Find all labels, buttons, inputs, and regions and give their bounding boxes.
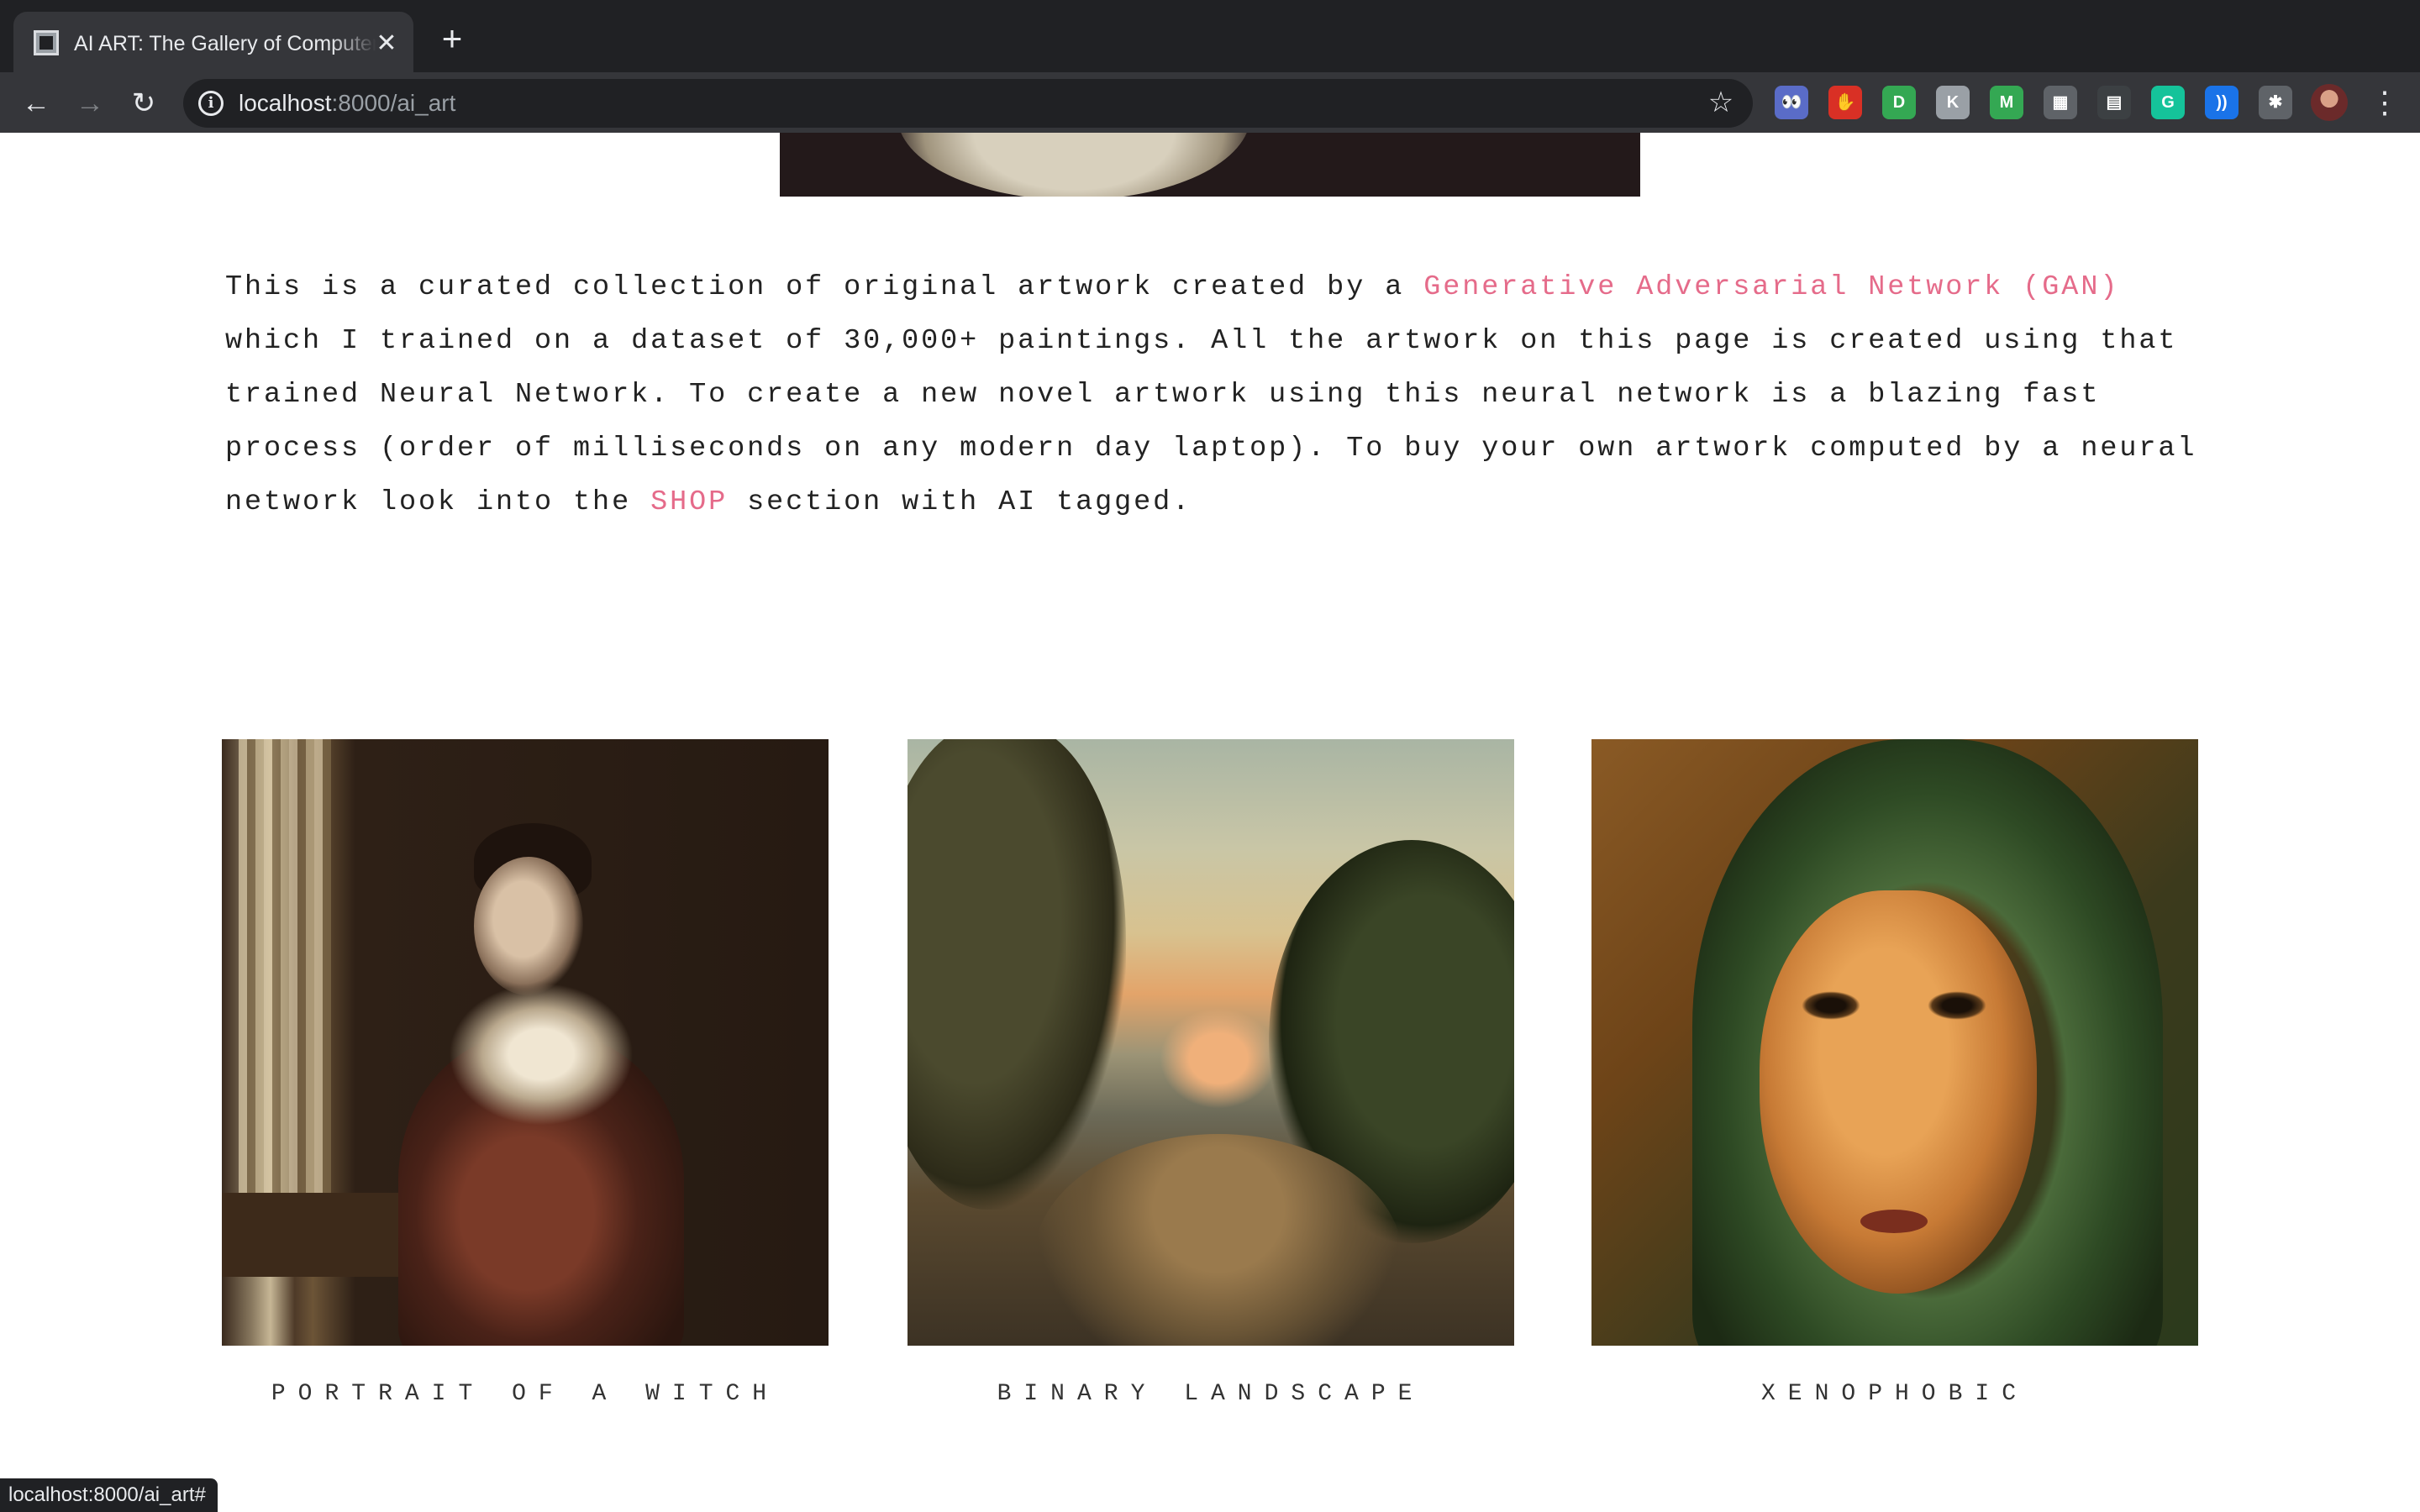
page-content: This is a curated collection of original…	[0, 133, 2420, 1512]
browser-menu-icon[interactable]: ⋮	[2370, 84, 2400, 121]
d-extension-icon[interactable]: D	[1882, 86, 1916, 119]
chair-detail	[222, 1193, 415, 1277]
binary-landscape-image[interactable]	[908, 739, 1514, 1346]
gallery-card-landscape[interactable]: BINARY LANDSCAPE	[908, 739, 1514, 1407]
face-detail	[1760, 890, 2037, 1294]
sound-extension-icon[interactable]: ))	[2205, 86, 2238, 119]
intro-text-2: which I trained on a dataset of 30,000+ …	[225, 325, 2197, 518]
grid-extension-icon[interactable]: ▦	[2044, 86, 2077, 119]
url-path: :8000/ai_art	[331, 90, 456, 116]
artwork-title[interactable]: XENOPHOBIC	[1591, 1381, 2198, 1407]
left-eye-detail	[1802, 991, 1860, 1020]
eyes-extension-icon[interactable]: 👀	[1775, 86, 1808, 119]
back-button[interactable]: ←	[18, 86, 54, 121]
intro-paragraph: This is a curated collection of original…	[225, 260, 2208, 529]
url-text[interactable]: localhost:8000/ai_art	[239, 89, 455, 118]
puzzle-extension-icon[interactable]: ✱	[2259, 86, 2292, 119]
gallery-card-xenophobic[interactable]: XENOPHOBIC	[1591, 739, 2198, 1407]
doc-extension-icon[interactable]: ▤	[2097, 86, 2131, 119]
portrait-of-a-witch-image[interactable]	[222, 739, 829, 1346]
featured-painting-image	[780, 133, 1640, 197]
intro-text-3: section with AI tagged.	[728, 486, 1192, 518]
artwork-title[interactable]: PORTRAIT OF A WITCH	[222, 1381, 829, 1407]
m-extension-icon[interactable]: M	[1990, 86, 2023, 119]
new-tab-button[interactable]: +	[434, 21, 471, 59]
intro-text-1: This is a curated collection of original…	[225, 271, 1424, 303]
k-extension-icon[interactable]: K	[1936, 86, 1970, 119]
face-detail	[474, 857, 583, 995]
profile-avatar[interactable]	[2311, 84, 2348, 121]
browser-tab[interactable]: AI ART: The Gallery of Computer Generate…	[13, 12, 413, 72]
left-tree-detail	[908, 739, 1126, 1210]
url-host: localhost	[239, 90, 332, 116]
site-info-icon[interactable]: i	[198, 91, 224, 116]
artwork-title[interactable]: BINARY LANDSCAPE	[908, 1381, 1514, 1407]
gallery-card-portrait[interactable]: PORTRAIT OF A WITCH	[222, 739, 829, 1407]
bookmark-star-icon[interactable]: ☆	[1704, 86, 1738, 119]
sky-glow-detail	[1160, 1008, 1277, 1109]
stop-extension-icon[interactable]: ✋	[1828, 86, 1862, 119]
curtain-detail	[239, 739, 331, 1210]
grammarly-extension-icon[interactable]: G	[2151, 86, 2185, 119]
shop-link[interactable]: SHOP	[650, 486, 728, 518]
reload-button[interactable]: ↻	[126, 86, 161, 121]
shawl-detail	[449, 983, 634, 1126]
browser-toolbar: ← → ↻ i localhost:8000/ai_art ☆ 👀 ✋ D K M ▦ ▤ G…	[0, 72, 2420, 133]
close-tab-icon[interactable]: ✕	[371, 29, 402, 59]
forward-button[interactable]: →	[72, 86, 108, 121]
link-status-bubble: localhost:8000/ai_art#	[0, 1478, 218, 1512]
xenophobic-image[interactable]	[1591, 739, 2198, 1346]
gan-link[interactable]: Generative Adversarial Network (GAN)	[1423, 271, 2119, 303]
tab-strip: AI ART: The Gallery of Computer Generate…	[0, 0, 2420, 72]
right-eye-detail	[1928, 991, 1986, 1020]
site-favicon-icon	[34, 30, 59, 55]
tab-title: AI ART: The Gallery of Computer Generate…	[74, 32, 376, 55]
address-bar[interactable]: i localhost:8000/ai_art ☆	[183, 79, 1753, 128]
mouth-detail	[1860, 1210, 1928, 1233]
